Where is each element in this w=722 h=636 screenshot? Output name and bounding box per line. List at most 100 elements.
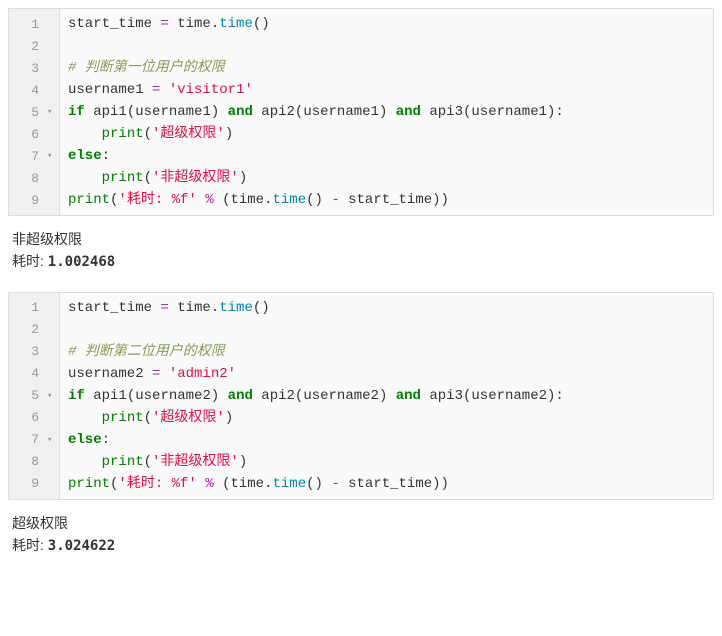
gutter-line: 3: [9, 57, 59, 79]
code-token: '超级权限': [152, 410, 225, 426]
gutter-line: 5▾: [9, 101, 59, 123]
line-number: 5: [31, 105, 45, 120]
gutter-line: 3: [9, 341, 59, 363]
gutter-line: 2: [9, 319, 59, 341]
code-token: (): [306, 192, 323, 208]
code-token: api2: [253, 104, 295, 120]
line-number: 6: [31, 410, 45, 425]
code-token: username2: [135, 388, 211, 404]
document-root: 12345▾67▾89start_time = time.time()# 判断第…: [0, 8, 722, 568]
code-token: (): [306, 476, 323, 492]
code-line: if api1(username2) and api2(username2) a…: [68, 385, 705, 407]
code-token: time: [219, 300, 253, 316]
code-token: username1: [471, 104, 547, 120]
line-number: 7: [31, 432, 45, 447]
gutter-line: 1: [9, 13, 59, 35]
code-line: print('耗时: %f' % (time.time() - start_ti…: [68, 189, 705, 211]
code-area: start_time = time.time()# 判断第二位用户的权限user…: [60, 293, 713, 499]
code-token: time: [272, 476, 306, 492]
code-token: print: [68, 476, 110, 492]
code-token: :: [102, 432, 110, 448]
line-number: 9: [31, 476, 45, 491]
code-token: [68, 454, 102, 470]
code-token: :: [102, 148, 110, 164]
code-line: else:: [68, 429, 705, 451]
code-token: [68, 170, 102, 186]
code-token: (: [127, 388, 135, 404]
code-token: start_time: [340, 192, 432, 208]
code-token: )): [432, 192, 449, 208]
code-line: # 判断第二位用户的权限: [68, 341, 705, 363]
code-token: print: [102, 410, 144, 426]
code-token: print: [102, 170, 144, 186]
gutter-line: 7▾: [9, 429, 59, 451]
line-gutter: 12345▾67▾89: [9, 293, 60, 499]
output-line: 耗时: 3.024622: [12, 534, 710, 557]
gutter-line: 1: [9, 297, 59, 319]
fold-icon[interactable]: ▾: [47, 151, 55, 161]
output-line: 超级权限: [12, 512, 710, 534]
code-token: (: [127, 104, 135, 120]
output-line: 非超级权限: [12, 228, 710, 250]
code-token: -: [331, 192, 339, 208]
code-token: [387, 388, 395, 404]
code-area: start_time = time.time() # 判断第一位用户的权限 user…: [60, 9, 713, 215]
code-token: [160, 366, 168, 382]
output-value: 3.024622: [48, 538, 115, 554]
code-token: [219, 388, 227, 404]
gutter-line: 5▾: [9, 385, 59, 407]
line-number: 2: [31, 39, 45, 54]
code-token: time: [219, 16, 253, 32]
line-number: 4: [31, 83, 45, 98]
code-token: # 判断第二位用户的权限: [68, 344, 225, 360]
code-token: '耗时: %f': [118, 192, 196, 208]
code-line: start_time = time.time(): [68, 13, 705, 35]
code-token: [197, 192, 205, 208]
code-token: [387, 104, 395, 120]
code-token: [68, 410, 102, 426]
fold-icon[interactable]: ▾: [47, 391, 55, 401]
gutter-line: 4: [9, 363, 59, 385]
code-token: '非超级权限': [152, 454, 239, 470]
code-token: ): [239, 454, 247, 470]
code-token: else: [68, 148, 102, 164]
code-token: (: [144, 454, 152, 470]
code-token: if: [68, 104, 85, 120]
code-token: ): [211, 104, 219, 120]
code-line: # 判断第一位用户的权限: [68, 57, 705, 79]
line-number: 8: [31, 171, 45, 186]
code-token: %: [205, 192, 213, 208]
line-number: 9: [31, 193, 45, 208]
code-token: time: [169, 16, 211, 32]
code-token: # 判断第一位用户的权限: [68, 60, 225, 76]
code-token: [219, 104, 227, 120]
line-number: 1: [31, 17, 45, 32]
code-block: 12345▾67▾89start_time = time.time()# 判断第…: [8, 8, 714, 216]
code-token: api3: [421, 388, 463, 404]
code-line: print('超级权限'): [68, 407, 705, 429]
gutter-line: 2: [9, 35, 59, 57]
code-token: time: [272, 192, 306, 208]
line-number: 2: [31, 322, 45, 337]
code-token: username1: [68, 82, 152, 98]
gutter-line: 9: [9, 189, 59, 211]
code-token: .: [211, 300, 219, 316]
code-token: start_time: [340, 476, 432, 492]
code-token: .: [211, 16, 219, 32]
code-token: [160, 82, 168, 98]
code-token: api2: [253, 388, 295, 404]
code-token: print: [102, 454, 144, 470]
code-token: api1: [85, 104, 127, 120]
gutter-line: 4: [9, 79, 59, 101]
code-token: :: [555, 388, 563, 404]
code-token: time: [230, 476, 264, 492]
code-line: else:: [68, 145, 705, 167]
fold-icon[interactable]: ▾: [47, 435, 55, 445]
code-token: '耗时: %f': [118, 476, 196, 492]
fold-icon[interactable]: ▾: [47, 107, 55, 117]
code-line: print('超级权限'): [68, 123, 705, 145]
line-gutter: 12345▾67▾89: [9, 9, 60, 215]
code-token: =: [160, 300, 168, 316]
code-token: [214, 476, 222, 492]
code-token: [197, 476, 205, 492]
